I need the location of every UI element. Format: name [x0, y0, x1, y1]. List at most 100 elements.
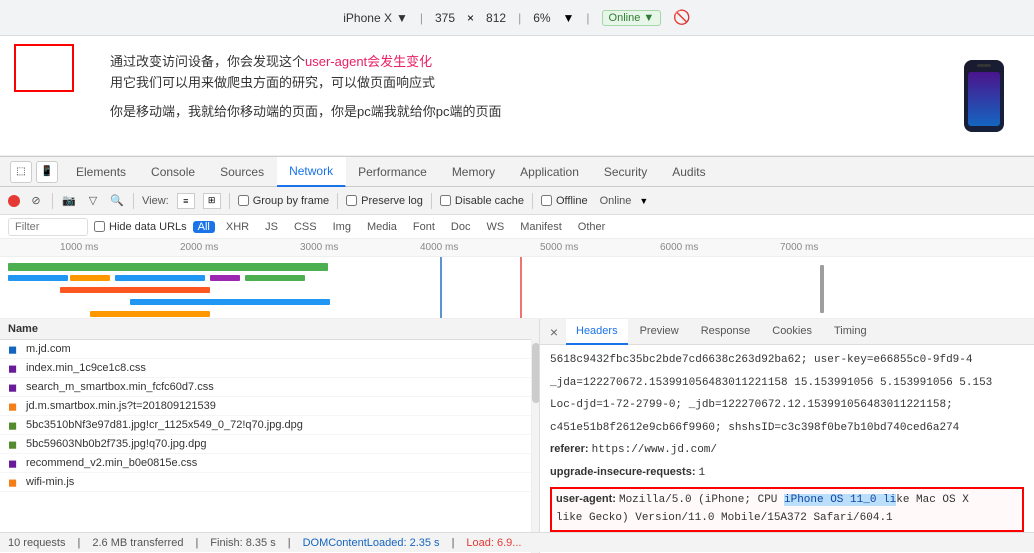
- details-tab-timing[interactable]: Timing: [824, 319, 877, 345]
- preserve-log-checkbox[interactable]: [346, 195, 357, 206]
- inspect-icon[interactable]: ⬚: [10, 161, 32, 183]
- file-icon-js2: ◼: [8, 476, 20, 488]
- header-value-1: 5618c9432fbc35bc2bde7cd6638c263d92ba62; …: [550, 354, 972, 366]
- waterfall-bar-4: [115, 275, 205, 281]
- header-row-4: c451e51b8f2612e9cb66f9960; shshsID=c3c39…: [550, 419, 1024, 438]
- scrollbar-thumb[interactable]: [532, 343, 540, 403]
- filter-icon[interactable]: ▽: [85, 193, 101, 209]
- filter-css[interactable]: CSS: [289, 221, 322, 233]
- toolbar-separator1: [52, 193, 53, 209]
- list-item[interactable]: ◼ wifi-min.js: [0, 473, 539, 492]
- filter-other[interactable]: Other: [573, 221, 611, 233]
- offline-checkbox[interactable]: [541, 195, 552, 206]
- list-item[interactable]: ◼ 5bc3510bNf3e97d81.jpg!cr_1125x549_0_72…: [0, 416, 539, 435]
- device-toggle-icon[interactable]: 📱: [36, 161, 58, 183]
- list-item[interactable]: ◼ recommend_v2.min_b0e0815e.css: [0, 454, 539, 473]
- tick-7000: 7000 ms: [780, 242, 818, 253]
- file-list-header: Name: [0, 319, 539, 340]
- network-status[interactable]: Online ▼: [602, 10, 662, 26]
- group-by-frame-checkbox[interactable]: [238, 195, 249, 206]
- filter-img[interactable]: Img: [328, 221, 356, 233]
- details-close-button[interactable]: ×: [544, 322, 564, 342]
- tab-console[interactable]: Console: [139, 157, 208, 187]
- waterfall-bar-6: [245, 275, 305, 281]
- hide-data-urls-checkbox[interactable]: [94, 221, 105, 232]
- sep-status3: |: [288, 537, 291, 549]
- hide-data-urls-label[interactable]: Hide data URLs: [94, 221, 187, 233]
- load-time: Load: 6.9...: [466, 537, 521, 549]
- upgrade-value: 1: [699, 467, 706, 479]
- waterfall-bar-8: [130, 299, 330, 305]
- tab-audits[interactable]: Audits: [660, 157, 718, 187]
- status-bar: 10 requests | 2.6 MB transferred | Finis…: [0, 532, 1034, 552]
- filter-ws[interactable]: WS: [481, 221, 509, 233]
- filter-xhr[interactable]: XHR: [221, 221, 254, 233]
- filter-doc[interactable]: Doc: [446, 221, 476, 233]
- devtools-tabs: ⬚ 📱 Elements Console Sources Network Per…: [0, 157, 1034, 187]
- tab-sources[interactable]: Sources: [208, 157, 277, 187]
- details-tab-response[interactable]: Response: [691, 319, 761, 345]
- view-grid-icon[interactable]: ⊞: [203, 193, 221, 209]
- record-button[interactable]: [8, 195, 20, 207]
- filter-manifest[interactable]: Manifest: [515, 221, 567, 233]
- filter-js[interactable]: JS: [260, 221, 283, 233]
- header-row-3: Loc-djd=1-72-2799-0; _jdb=122270672.12.1…: [550, 396, 1024, 415]
- filter-font[interactable]: Font: [408, 221, 440, 233]
- view-list-icon[interactable]: ≡: [177, 193, 195, 209]
- tab-network[interactable]: Network: [277, 157, 346, 187]
- device-selector[interactable]: iPhone X ▼: [343, 11, 408, 25]
- list-item[interactable]: ◼ search_m_smartbox.min_fcfc60d7.css: [0, 378, 539, 397]
- list-item[interactable]: ◼ index.min_1c9ce1c8.css: [0, 359, 539, 378]
- file-list: Name ◼ m.jd.com ◼ index.min_1c9ce1c8.css…: [0, 319, 540, 553]
- header-referer-row: referer: https://www.jd.com/: [550, 441, 1024, 460]
- phone-icon: [964, 60, 1004, 132]
- tick-5000: 5000 ms: [540, 242, 578, 253]
- toolbar-separator6: [532, 193, 533, 209]
- tab-security[interactable]: Security: [592, 157, 660, 187]
- ua-suffix: ke Mac OS X: [896, 494, 969, 506]
- list-item[interactable]: ◼ 5bc59603Nb0b2f735.jpg!q70.jpg.dpg: [0, 435, 539, 454]
- camera-icon[interactable]: 📷: [61, 193, 77, 209]
- filter-media[interactable]: Media: [362, 221, 402, 233]
- list-item[interactable]: ◼ m.jd.com: [0, 340, 539, 359]
- filter-all[interactable]: All: [193, 221, 215, 233]
- tab-application[interactable]: Application: [508, 157, 592, 187]
- clear-button[interactable]: ⊘: [28, 193, 44, 209]
- devtools-panel: ⬚ 📱 Elements Console Sources Network Per…: [0, 156, 1034, 553]
- timeline-area: 1000 ms 2000 ms 3000 ms 4000 ms 5000 ms …: [0, 239, 1034, 319]
- details-tab-cookies[interactable]: Cookies: [762, 319, 822, 345]
- online-arrow: ▼: [639, 196, 648, 206]
- details-tab-preview[interactable]: Preview: [630, 319, 689, 345]
- headers-content: 5618c9432fbc35bc2bde7cd6638c263d92ba62; …: [540, 345, 1034, 542]
- toolbar-separator4: [337, 193, 338, 209]
- view-label: View:: [142, 195, 169, 207]
- no-throttle-icon: 🚫: [673, 9, 690, 26]
- tick-2000: 2000 ms: [180, 242, 218, 253]
- tab-memory[interactable]: Memory: [440, 157, 508, 187]
- preserve-log-label[interactable]: Preserve log: [346, 195, 423, 207]
- tab-performance[interactable]: Performance: [346, 157, 440, 187]
- tick-1000: 1000 ms: [60, 242, 98, 253]
- group-by-frame-label[interactable]: Group by frame: [238, 195, 329, 207]
- header-value-2: _jda=122270672.153991056483011221158 15.…: [550, 377, 992, 389]
- waterfall-bar-2: [8, 275, 68, 281]
- online-label: Online: [600, 195, 632, 207]
- offline-label[interactable]: Offline: [541, 195, 588, 207]
- phone-preview: [954, 36, 1014, 155]
- search-icon[interactable]: 🔍: [109, 193, 125, 209]
- disable-cache-label[interactable]: Disable cache: [440, 195, 524, 207]
- disable-cache-checkbox[interactable]: [440, 195, 451, 206]
- transferred-size: 2.6 MB transferred: [92, 537, 183, 549]
- list-item[interactable]: ◼ jd.m.smartbox.min.js?t=201809121539: [0, 397, 539, 416]
- details-tab-headers[interactable]: Headers: [566, 319, 628, 345]
- referer-key: referer:: [550, 443, 589, 455]
- toolbar-separator3: [229, 193, 230, 209]
- dom-loaded-time: DOMContentLoaded: 2.35 s: [303, 537, 440, 549]
- waterfall-bar-3: [70, 275, 110, 281]
- file-list-scrollbar[interactable]: [531, 339, 539, 553]
- ua-key: user-agent:: [556, 493, 616, 505]
- file-icon-js: ◼: [8, 400, 20, 412]
- filter-input[interactable]: [8, 218, 88, 236]
- page-content-area: 通过改变访问设备，你会发现这个user-agent会发生变化 用它我们可以用来做…: [0, 36, 954, 155]
- tab-elements[interactable]: Elements: [64, 157, 139, 187]
